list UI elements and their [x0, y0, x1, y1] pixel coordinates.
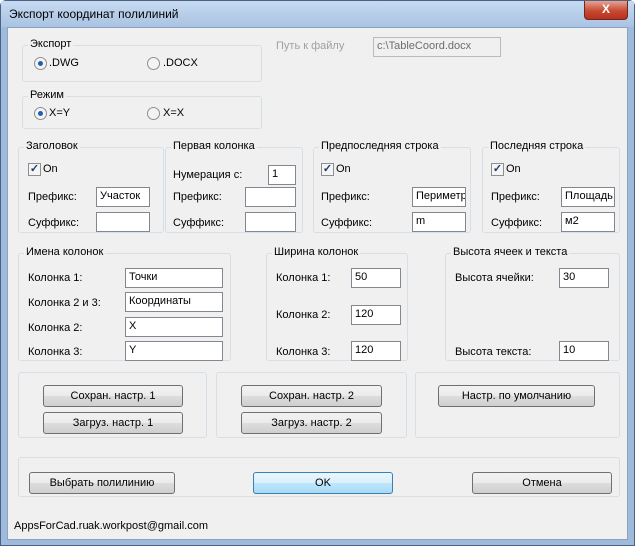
last-suffix-label: Суффикс: [491, 217, 543, 229]
header-group: Заголовок ✓ On Префикс: Участок Суффикс: [18, 140, 164, 233]
defaults-panel: Настр. по умолчанию [415, 372, 620, 438]
cell-height-input[interactable]: 30 [559, 268, 609, 288]
footer-site: AppsForCad.ru [14, 520, 89, 532]
file-path-label: Путь к файлу [276, 40, 345, 52]
numbering-input[interactable]: 1 [268, 165, 296, 185]
cell-height-group: Высота ячеек и текста Высота ячейки: 30 … [445, 246, 620, 361]
header-suffix-input[interactable] [96, 212, 150, 232]
prelast-row-group: Предпоследняя строка ✓ On Префикс: Перим… [313, 140, 471, 233]
mode-xx-label: X=X [163, 107, 185, 119]
title-bar: Экспорт координат полилиний X [1, 1, 634, 27]
prelast-on-label: On [336, 163, 351, 175]
prelast-prefix-label: Префикс: [321, 191, 370, 203]
column1-width-label: Колонка 1: [276, 272, 331, 284]
footer-email: ak.workpost@gmail.com [88, 520, 208, 532]
prelast-row-group-label: Предпоследняя строка [319, 140, 441, 152]
last-on-checkbox[interactable]: ✓ [491, 163, 504, 176]
column-width-group: Ширина колонок Колонка 1: 50 Колонка 2: … [266, 246, 408, 361]
mode-group-label: Режим [28, 89, 66, 101]
prelast-suffix-input[interactable]: m [412, 212, 466, 232]
last-prefix-input[interactable]: Площадь: [561, 187, 615, 207]
first-column-group-label: Первая колонка [171, 140, 257, 152]
settings1-panel: Сохран. настр. 1 Загруз. настр. 1 [18, 372, 207, 438]
column3-width-label: Колонка 3: [276, 346, 331, 358]
settings2-panel: Сохран. настр. 2 Загруз. настр. 2 [216, 372, 407, 438]
column2-width-input[interactable]: 120 [351, 305, 401, 325]
header-group-label: Заголовок [24, 140, 80, 152]
column1-width-input[interactable]: 50 [351, 268, 401, 288]
mode-xx-radio[interactable] [147, 107, 160, 120]
header-prefix-input[interactable]: Участок [96, 187, 150, 207]
first-column-prefix-input[interactable] [245, 187, 296, 207]
header-prefix-label: Префикс: [28, 191, 77, 203]
column2-name-label: Колонка 2: [28, 322, 83, 334]
save-settings1-button[interactable]: Сохран. настр. 1 [43, 385, 183, 407]
column23-name-label: Колонка 2 и 3: [28, 297, 101, 309]
column-names-group: Имена колонок Колонка 1: Точки Колонка 2… [18, 246, 231, 361]
column1-name-input[interactable]: Точки [125, 268, 223, 288]
header-suffix-label: Суффикс: [28, 217, 80, 229]
column2-width-label: Колонка 2: [276, 309, 331, 321]
prelast-suffix-label: Суффикс: [321, 217, 373, 229]
first-column-suffix-input[interactable] [245, 212, 296, 232]
column-names-group-label: Имена колонок [24, 246, 106, 258]
column2-name-input[interactable]: X [125, 317, 223, 337]
dialog-body: Экспорт .DWG .DOCX Путь к файлу c:\Table… [7, 27, 628, 540]
mode-xy-label: X=Y [49, 107, 71, 119]
column-width-group-label: Ширина колонок [272, 246, 361, 258]
save-settings2-button[interactable]: Сохран. настр. 2 [241, 385, 382, 407]
prelast-prefix-input[interactable]: Периметр [412, 187, 466, 207]
numbering-label: Нумерация с: [173, 169, 243, 181]
actions-panel: Выбрать полилинию OK Отмена [18, 457, 620, 497]
column3-name-label: Колонка 3: [28, 346, 83, 358]
column1-name-label: Колонка 1: [28, 272, 83, 284]
export-group-label: Экспорт [28, 38, 74, 50]
ok-button[interactable]: OK [253, 472, 393, 494]
window-title: Экспорт координат полилиний [9, 7, 179, 21]
mode-group: Режим X=Y X=X [22, 89, 262, 129]
first-column-suffix-label: Суффикс: [173, 217, 225, 229]
column3-width-input[interactable]: 120 [351, 341, 401, 361]
load-settings1-button[interactable]: Загруз. настр. 1 [43, 412, 183, 434]
mode-xy-radio[interactable] [34, 107, 47, 120]
export-dwg-label: .DWG [49, 57, 79, 69]
export-docx-label: .DOCX [163, 57, 198, 69]
first-column-prefix-label: Префикс: [173, 191, 222, 203]
header-on-label: On [43, 163, 58, 175]
export-docx-radio[interactable] [147, 57, 160, 70]
file-path-input[interactable]: c:\TableCoord.docx [373, 37, 501, 57]
last-suffix-input[interactable]: м2 [561, 212, 615, 232]
dialog-window: Экспорт координат полилиний X Экспорт .D… [0, 0, 635, 546]
last-prefix-label: Префикс: [491, 191, 540, 203]
close-button[interactable]: X [584, 1, 628, 20]
cell-height-label: Высота ячейки: [455, 272, 534, 284]
last-on-label: On [506, 163, 521, 175]
cell-height-group-label: Высота ячеек и текста [451, 246, 570, 258]
column3-name-input[interactable]: Y [125, 341, 223, 361]
last-row-group-label: Последняя строка [488, 140, 586, 152]
select-polyline-button[interactable]: Выбрать полилинию [29, 472, 175, 494]
default-settings-button[interactable]: Настр. по умолчанию [438, 385, 595, 407]
load-settings2-button[interactable]: Загруз. настр. 2 [241, 412, 382, 434]
export-group: Экспорт .DWG .DOCX [22, 38, 262, 82]
first-column-group: Первая колонка Нумерация с: 1 Префикс: С… [165, 140, 303, 233]
column23-name-input[interactable]: Координаты [125, 292, 223, 312]
last-row-group: Последняя строка ✓ On Префикс: Площадь: … [482, 140, 620, 233]
text-height-input[interactable]: 10 [559, 341, 609, 361]
export-dwg-radio[interactable] [34, 57, 47, 70]
prelast-on-checkbox[interactable]: ✓ [321, 163, 334, 176]
text-height-label: Высота текста: [455, 346, 532, 358]
header-on-checkbox[interactable]: ✓ [28, 163, 41, 176]
cancel-button[interactable]: Отмена [472, 472, 612, 494]
